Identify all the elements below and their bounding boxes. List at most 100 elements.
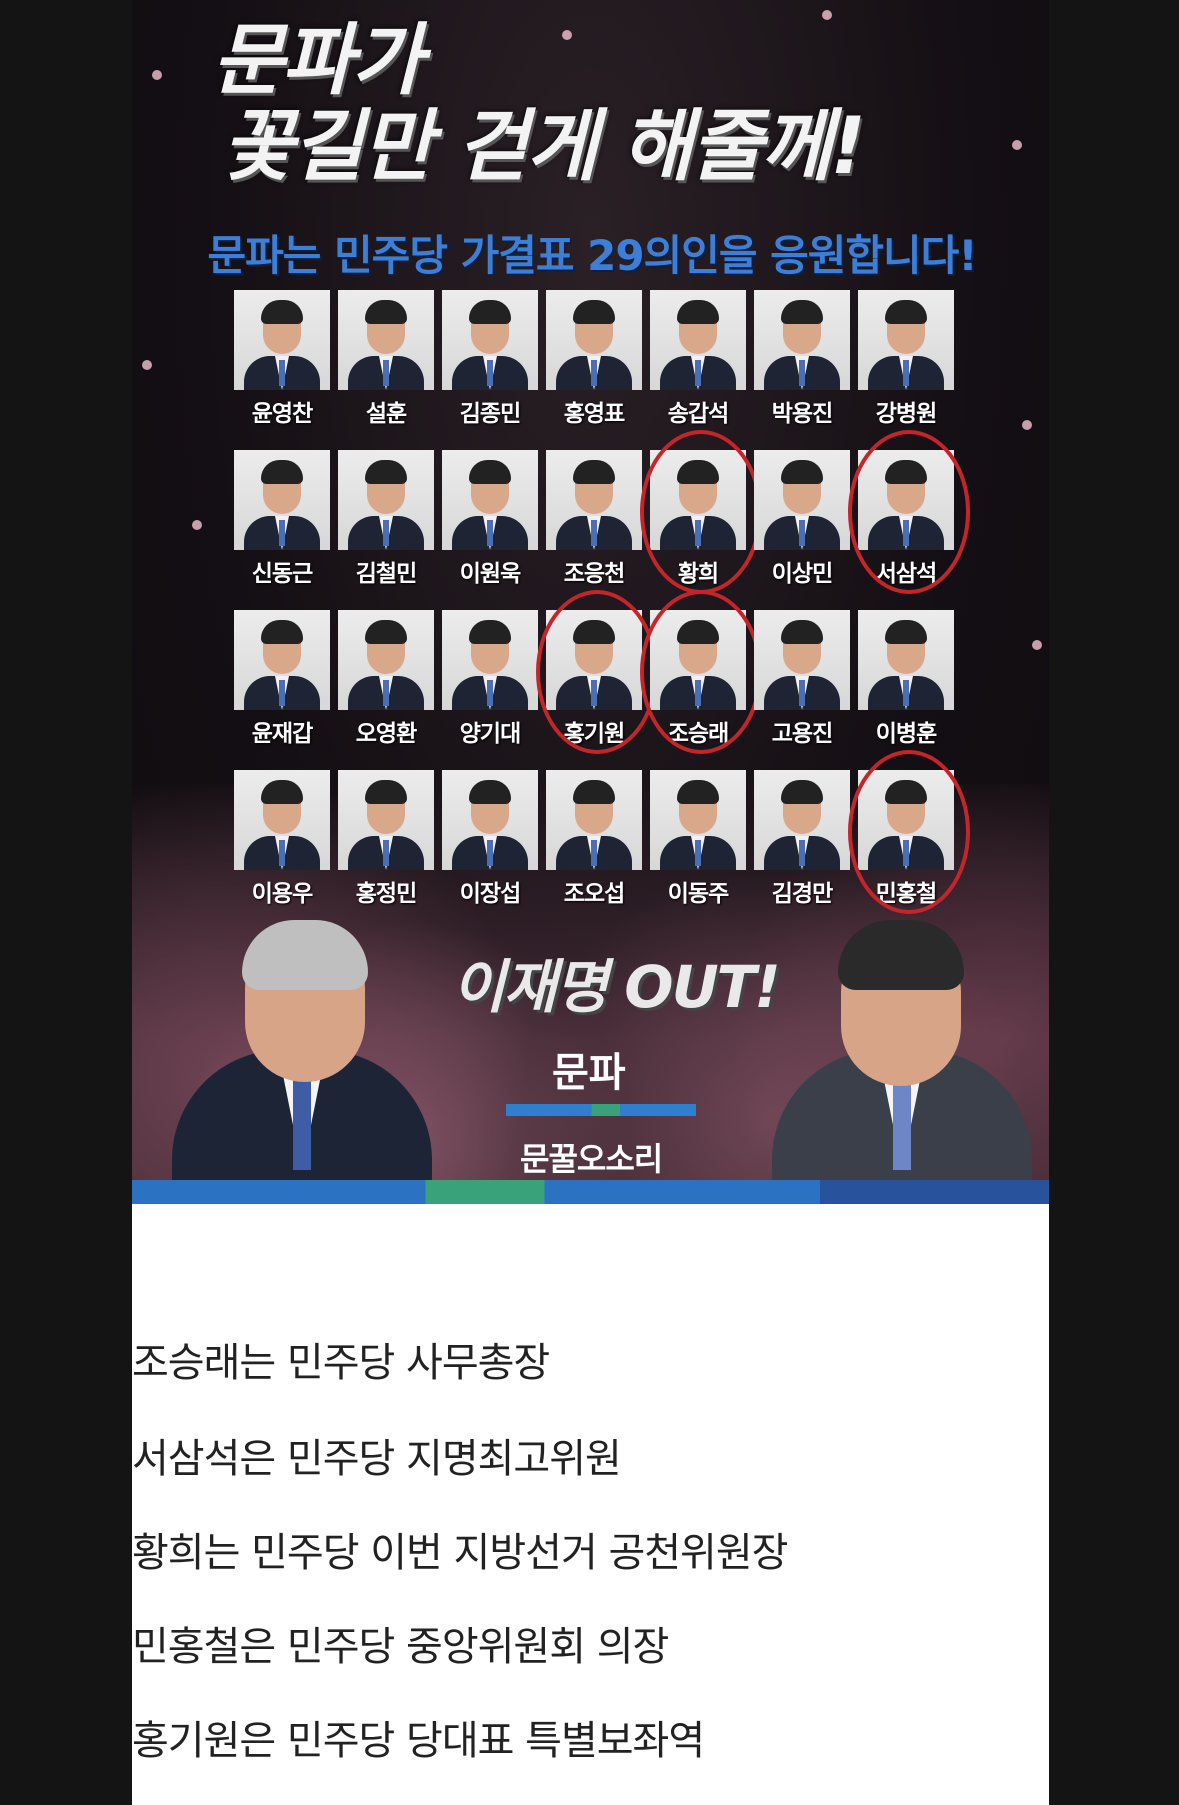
petal [152,70,162,80]
member-name: 김경만 [771,881,833,907]
member-photo [234,610,330,710]
member-photo [650,450,746,550]
member-photo [754,770,850,870]
member-card: 조응천 [546,450,642,602]
member-name: 홍영표 [563,401,625,427]
member-name: 홍기원 [563,721,625,747]
poster-subtitle: 문파는 민주당 가결표 29의인을 응원합니다! [207,231,978,280]
member-photo [442,450,538,550]
member-card: 김종민 [442,290,538,442]
member-name: 김종민 [459,401,521,427]
petal [1022,420,1032,430]
member-photo [338,450,434,550]
member-photo [546,610,642,710]
member-card: 이용우 [234,770,330,922]
member-photo [650,610,746,710]
member-name: 조응천 [563,561,625,587]
member-card: 김경만 [754,770,850,922]
member-photo [338,290,434,390]
member-photo [650,770,746,870]
member-card: 고용진 [754,610,850,762]
member-card: 강병원 [858,290,954,442]
member-card: 이상민 [754,450,850,602]
member-name: 민홍철 [875,881,937,907]
poster-title-line1: 문파가 [212,16,423,106]
member-name: 이동주 [667,881,729,907]
member-card: 설훈 [338,290,434,442]
member-card: 이원욱 [442,450,538,602]
member-photo [650,290,746,390]
caption-block: 조승래는 민주당 사무총장 서삼석은 민주당 지명최고위원 황희는 민주당 이번… [132,1204,1049,1805]
member-card: 양기대 [442,610,538,762]
member-card: 조승래 [640,590,762,762]
poster-image: 문파가 꽃길만 걷게 해줄께! 문파는 민주당 가결표 29의인을 응원합니다!… [132,0,1049,1204]
member-name: 양기대 [459,721,521,747]
member-name: 송갑석 [667,401,729,427]
petal [142,360,152,370]
caption-line: 홍기원은 민주당 당대표 특별보좌역 [132,1718,705,1764]
poster-title-line2: 꽃길만 걷게 해줄께! [222,102,866,192]
petal [1012,140,1022,150]
member-photo [858,450,954,550]
member-photo [234,450,330,550]
member-name: 홍정민 [355,881,417,907]
member-name: 강병원 [875,401,937,427]
petal [192,520,202,530]
member-card: 서삼석 [848,430,970,602]
member-name: 윤재갑 [251,721,313,747]
member-photo [442,290,538,390]
image-viewer: 문파가 꽃길만 걷게 해줄께! 문파는 민주당 가결표 29의인을 응원합니다!… [0,0,1179,1805]
poster-title: 문파가 꽃길만 걷게 해줄께! [212,16,866,192]
member-card: 박용진 [754,290,850,442]
member-name: 윤영찬 [251,401,313,427]
member-grid: 윤영찬 설훈 김종민 홍영표 송갑석 박용진 강병원신동근 김철민 이원욱 조응천 황희 이상민 서삼석… [234,290,970,922]
member-card: 홍기원 [536,590,658,762]
member-photo [546,770,642,870]
member-card: 민홍철 [848,750,970,922]
member-name: 박용진 [771,401,833,427]
member-name: 조오섭 [563,881,625,907]
member-photo [338,770,434,870]
member-card: 오영환 [338,610,434,762]
member-name: 서삼석 [875,561,937,587]
caption-line: 황희는 민주당 이번 지방선거 공천위원장 [132,1530,788,1576]
member-name: 황희 [677,561,719,587]
member-card: 이병훈 [858,610,954,762]
member-name: 이용우 [251,881,313,907]
caption-line: 조승래는 민주당 사무총장 [132,1340,550,1386]
member-card: 황희 [640,430,762,602]
member-photo [754,290,850,390]
member-card: 신동근 [234,450,330,602]
caption-line: 서삼석은 민주당 지명최고위원 [132,1436,622,1482]
member-name: 조승래 [667,721,729,747]
out-slogan: 이재명 OUT! [452,953,781,1021]
member-card: 이동주 [650,770,746,922]
member-photo [234,290,330,390]
member-name: 오영환 [355,721,417,747]
member-name: 이상민 [771,561,833,587]
member-card: 이장섭 [442,770,538,922]
member-name: 이장섭 [459,881,521,907]
member-card: 윤재갑 [234,610,330,762]
member-name: 이병훈 [875,721,937,747]
member-photo [754,610,850,710]
member-photo [442,610,538,710]
bottom-color-stripe [132,1180,1049,1204]
member-card: 송갑석 [650,290,746,442]
member-photo [234,770,330,870]
footer-brand: 문꿀오소리 [520,1140,663,1178]
member-photo [858,610,954,710]
person-photo-left [172,920,432,1180]
member-name: 고용진 [771,721,833,747]
member-photo [754,450,850,550]
member-card: 윤영찬 [234,290,330,442]
person-photo-right [772,920,1032,1180]
member-card: 홍정민 [338,770,434,922]
member-photo [546,290,642,390]
member-photo [442,770,538,870]
member-name: 김철민 [355,561,417,587]
member-photo [858,770,954,870]
member-name: 이원욱 [459,561,521,587]
caption-line: 민홍철은 민주당 중앙위원회 의장 [132,1624,669,1670]
member-photo [546,450,642,550]
